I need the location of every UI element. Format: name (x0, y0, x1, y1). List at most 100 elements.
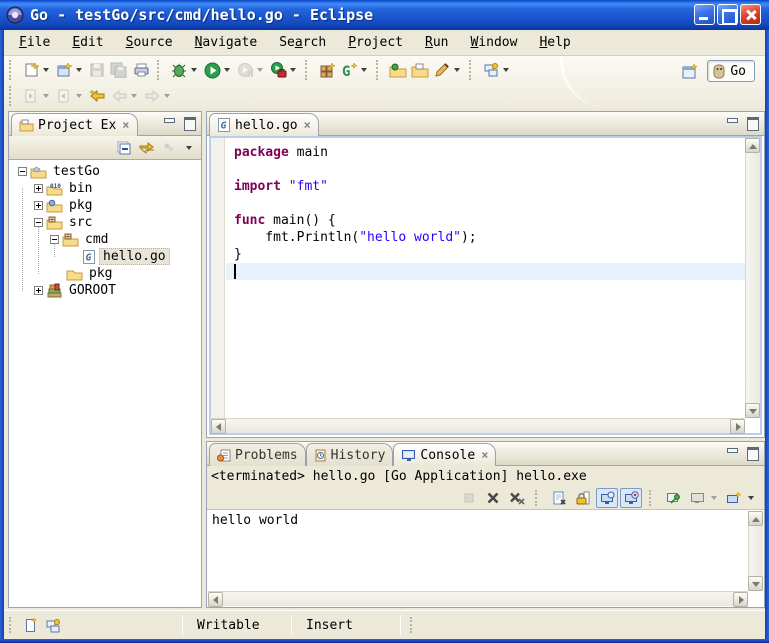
open-console-button[interactable] (723, 488, 745, 508)
toolbar-grip[interactable] (9, 86, 16, 106)
console-vertical-scrollbar[interactable] (748, 511, 763, 591)
toolbar-grip[interactable] (376, 60, 383, 80)
toolbar-grip[interactable] (469, 60, 476, 80)
open-perspective-button[interactable] (679, 60, 701, 82)
tree-item-hello-go[interactable]: G hello.go (82, 248, 170, 265)
back-dropdown[interactable] (131, 94, 137, 98)
menu-navigate[interactable]: Navigate (184, 33, 269, 52)
show-views-button[interactable] (42, 615, 64, 635)
scroll-lock-button[interactable] (572, 488, 594, 508)
collapse-expander-icon[interactable] (34, 218, 43, 227)
profile-dropdown[interactable] (257, 68, 263, 72)
menu-run[interactable]: Run (414, 33, 459, 52)
back-button[interactable] (108, 85, 130, 107)
show-stderr-toggle[interactable] (620, 488, 642, 508)
save-all-button[interactable] (108, 59, 130, 81)
tree-item-testgo[interactable]: testGo (18, 163, 103, 180)
pin-console-button[interactable] (662, 488, 684, 508)
profile-button[interactable] (234, 59, 256, 81)
remove-all-launches-button[interactable] (506, 488, 528, 508)
scroll-right-arrow[interactable] (733, 592, 748, 607)
tree-item-pkg2[interactable]: pkg (66, 265, 115, 282)
tree-item-cmd[interactable]: cmd (50, 231, 111, 248)
new-wizard-dropdown[interactable] (43, 68, 49, 72)
editor-content[interactable]: package main import "fmt" func main() { … (209, 136, 762, 435)
fast-view-button[interactable] (20, 615, 42, 635)
link-views-dropdown[interactable] (503, 68, 509, 72)
expand-expander-icon[interactable] (34, 286, 43, 295)
tree-item-bin[interactable]: 010 bin (34, 180, 95, 197)
previous-annotation-dropdown[interactable] (76, 94, 82, 98)
open-console-dropdown[interactable] (748, 496, 754, 500)
tree-item-src[interactable]: src (34, 214, 95, 231)
scroll-up-arrow[interactable] (748, 511, 763, 526)
collapse-expander-icon[interactable] (18, 167, 27, 176)
tab-close-icon[interactable]: × (481, 448, 488, 462)
tab-hello-go[interactable]: G hello.go × (209, 113, 319, 136)
menu-project[interactable]: Project (337, 33, 414, 52)
tab-console[interactable]: Console × (393, 443, 496, 466)
new-element-dropdown[interactable] (76, 68, 82, 72)
save-button[interactable] (86, 59, 108, 81)
expand-expander-icon[interactable] (34, 184, 43, 193)
menu-edit[interactable]: Edit (61, 33, 114, 52)
forward-dropdown[interactable] (164, 94, 170, 98)
highlighter-button[interactable] (431, 59, 453, 81)
next-annotation-button[interactable] (20, 85, 42, 107)
view-minimize-icon[interactable] (162, 116, 177, 129)
menu-source[interactable]: Source (115, 33, 184, 52)
tab-project-explorer[interactable]: Project Ex × (11, 113, 138, 136)
editor-minimize-icon[interactable] (725, 116, 740, 129)
scroll-up-arrow[interactable] (745, 138, 760, 153)
close-button[interactable] (740, 4, 761, 25)
toolbar-grip[interactable] (305, 60, 312, 80)
view-maximize-icon[interactable] (182, 116, 197, 129)
collapse-all-button[interactable] (115, 138, 134, 157)
remove-launch-button[interactable] (482, 488, 504, 508)
clear-console-button[interactable] (548, 488, 570, 508)
previous-annotation-button[interactable] (53, 85, 75, 107)
expand-expander-icon[interactable] (34, 201, 43, 210)
debug-dropdown[interactable] (191, 68, 197, 72)
menu-search[interactable]: Search (268, 33, 337, 52)
link-with-editor-button[interactable] (137, 138, 156, 157)
console-minimize-icon[interactable] (725, 446, 740, 459)
link-views-button[interactable] (480, 59, 502, 81)
collapse-expander-icon[interactable] (50, 235, 59, 244)
new-element-button[interactable] (53, 59, 75, 81)
highlighter-dropdown[interactable] (454, 68, 460, 72)
debug-button[interactable] (168, 59, 190, 81)
scroll-left-arrow[interactable] (208, 592, 223, 607)
new-go-element-dropdown[interactable] (361, 68, 367, 72)
minimize-button[interactable] (694, 4, 715, 25)
tree-item-goroot[interactable]: GOROOT (34, 282, 119, 299)
new-project-button[interactable] (316, 59, 338, 81)
next-annotation-dropdown[interactable] (43, 94, 49, 98)
scroll-right-arrow[interactable] (730, 419, 745, 434)
editor-vertical-scrollbar[interactable] (745, 138, 760, 418)
tab-history[interactable]: History (306, 443, 394, 466)
go-perspective-button[interactable]: Go (707, 60, 755, 82)
editor-horizontal-scrollbar[interactable] (211, 418, 745, 433)
forward-button[interactable] (141, 85, 163, 107)
new-go-element-button[interactable]: G (338, 59, 360, 81)
toolbar-grip[interactable] (9, 60, 16, 80)
print-button[interactable] (130, 59, 152, 81)
console-horizontal-scrollbar[interactable] (208, 591, 748, 606)
view-menu-button[interactable] (181, 138, 197, 157)
tree-item-pkg[interactable]: pkg (34, 197, 95, 214)
menu-help[interactable]: Help (528, 33, 581, 52)
console-maximize-icon[interactable] (745, 446, 760, 459)
annotation-ruler[interactable] (211, 138, 225, 418)
run-button[interactable] (201, 59, 223, 81)
tab-problems[interactable]: Problems (209, 443, 306, 466)
show-stdout-toggle[interactable] (596, 488, 618, 508)
scroll-down-arrow[interactable] (748, 576, 763, 591)
display-console-dropdown[interactable] (711, 496, 717, 500)
tab-close-icon[interactable]: × (304, 118, 311, 132)
filters-button[interactable] (159, 138, 178, 157)
last-edit-location-button[interactable] (86, 85, 108, 107)
maximize-button[interactable] (717, 4, 738, 25)
toolbar-grip[interactable] (157, 60, 164, 80)
scroll-left-arrow[interactable] (211, 419, 226, 434)
